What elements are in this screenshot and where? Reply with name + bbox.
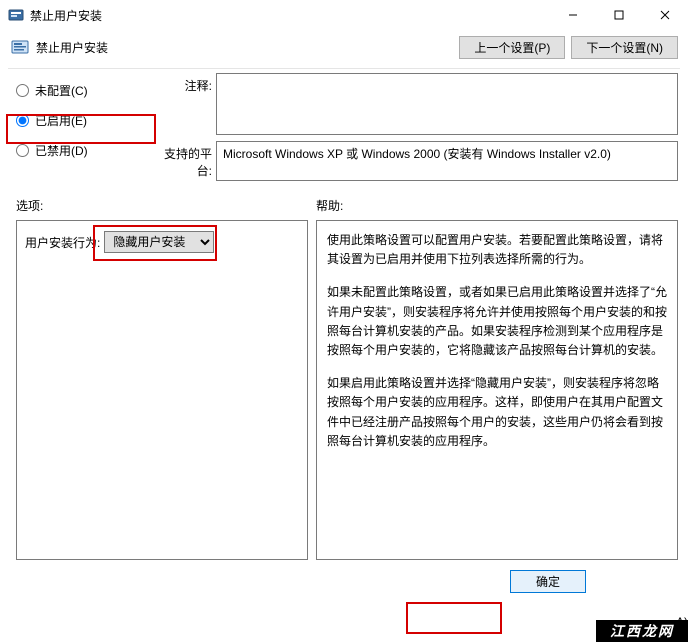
help-pane: 使用此策略设置可以配置用户安装。若要配置此策略设置，请将其设置为已启用并使用下拉… <box>316 220 678 560</box>
maximize-button[interactable] <box>596 0 642 30</box>
watermark: 江西龙网 <box>596 620 688 642</box>
supported-platform-text: Microsoft Windows XP 或 Windows 2000 (安装有… <box>223 145 611 162</box>
user-install-behavior-select[interactable]: 隐藏用户安装 <box>104 231 214 253</box>
setting-icon <box>10 37 30 57</box>
help-paragraph-3: 如果启用此策略设置并选择“隐藏用户安装”，则安装程序将忽略按照每个用户安装的应用… <box>327 374 667 451</box>
ok-button[interactable]: 确定 <box>510 570 586 593</box>
app-icon <box>8 7 24 23</box>
radio-enabled[interactable]: 已启用(E) <box>16 107 156 133</box>
titlebar: 禁止用户安装 <box>0 0 688 30</box>
radio-disabled[interactable]: 已禁用(D) <box>16 137 156 163</box>
setting-header: 禁止用户安装 上一个设置(P) 下一个设置(N) <box>0 30 688 64</box>
options-label: 选项: <box>16 197 316 214</box>
content-area: 未配置(C) 已启用(E) 已禁用(D) 注释: 支持的平台: Microsof… <box>0 69 688 560</box>
help-label: 帮助: <box>316 197 678 214</box>
next-setting-button[interactable]: 下一个设置(N) <box>571 36 678 59</box>
window-title: 禁止用户安装 <box>30 7 550 24</box>
highlight-box-ok <box>406 602 502 634</box>
dialog-buttons: 确定 <box>0 560 688 593</box>
supported-platform-box: Microsoft Windows XP 或 Windows 2000 (安装有… <box>216 141 678 181</box>
radio-not-configured[interactable]: 未配置(C) <box>16 77 156 103</box>
radio-disabled-input[interactable] <box>16 144 29 157</box>
user-install-behavior-label: 用户安装行为: <box>25 234 100 251</box>
state-radios: 未配置(C) 已启用(E) 已禁用(D) <box>16 73 156 187</box>
options-pane: 用户安装行为: 隐藏用户安装 <box>16 220 308 560</box>
comment-textarea[interactable] <box>216 73 678 135</box>
minimize-button[interactable] <box>550 0 596 30</box>
radio-enabled-input[interactable] <box>16 114 29 127</box>
radio-disabled-label: 已禁用(D) <box>35 142 88 159</box>
radio-not-configured-input[interactable] <box>16 84 29 97</box>
comment-label: 注释: <box>156 73 216 135</box>
help-paragraph-1: 使用此策略设置可以配置用户安装。若要配置此策略设置，请将其设置为已启用并使用下拉… <box>327 231 667 269</box>
radio-enabled-label: 已启用(E) <box>35 112 87 129</box>
platform-label: 支持的平台: <box>156 141 216 181</box>
help-paragraph-2: 如果未配置此策略设置，或者如果已启用此策略设置并选择了“允许用户安装”，则安装程… <box>327 283 667 360</box>
setting-title: 禁止用户安装 <box>36 39 453 56</box>
close-button[interactable] <box>642 0 688 30</box>
previous-setting-button[interactable]: 上一个设置(P) <box>459 36 565 59</box>
window-buttons <box>550 0 688 30</box>
radio-not-configured-label: 未配置(C) <box>35 82 88 99</box>
